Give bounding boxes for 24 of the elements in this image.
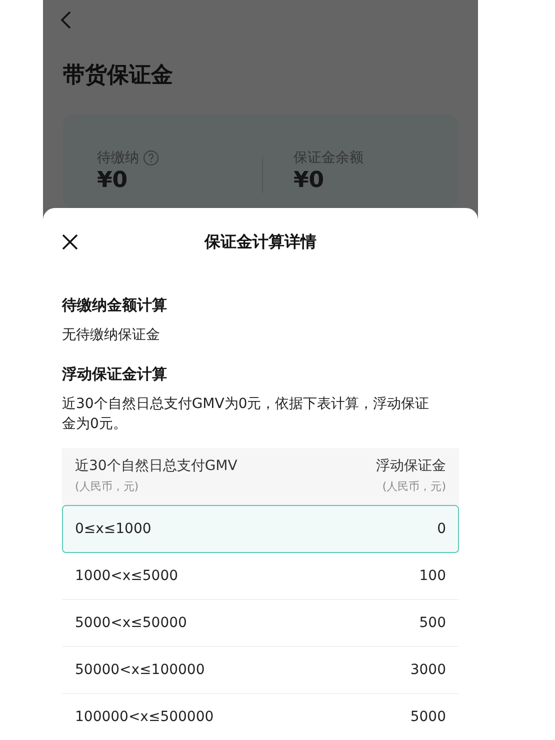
- table-cell: 5000<x≤50000: [75, 615, 187, 631]
- column-heading: 近30个自然日总支付GMV: [75, 457, 238, 475]
- table-cell: 0: [437, 521, 446, 537]
- balance-amount: ¥0: [294, 167, 326, 195]
- column-heading: 浮动保证金: [376, 457, 446, 475]
- sheet-title: 保证金计算详情: [204, 232, 316, 252]
- column-unit: (人民币，元): [75, 479, 140, 494]
- column-unit: (人民币，元): [381, 479, 446, 494]
- table-cell: 0≤x≤1000: [75, 521, 152, 537]
- table-cell: 5000: [410, 709, 446, 725]
- close-button[interactable]: [62, 234, 78, 250]
- balance-amount: ¥0: [97, 167, 129, 195]
- table-cell: 100: [419, 568, 446, 584]
- table-cell: 50000<x≤100000: [75, 662, 205, 678]
- table-cell: 100000<x≤500000: [75, 709, 214, 725]
- section-heading: 待缴纳金额计算: [62, 296, 168, 315]
- section-text: 无待缴纳保证金: [62, 326, 161, 345]
- page-title: 带货保证金: [63, 62, 174, 90]
- table-cell: 3000: [410, 662, 446, 678]
- help-icon[interactable]: [143, 150, 159, 166]
- section-text: 近30个自然日总支付GMV为0元，依据下表计算，浮动保证金为0元。: [62, 395, 430, 434]
- table-cell: 500: [419, 615, 446, 631]
- section-heading: 浮动保证金计算: [62, 365, 168, 384]
- table-cell: 1000<x≤5000: [75, 568, 178, 584]
